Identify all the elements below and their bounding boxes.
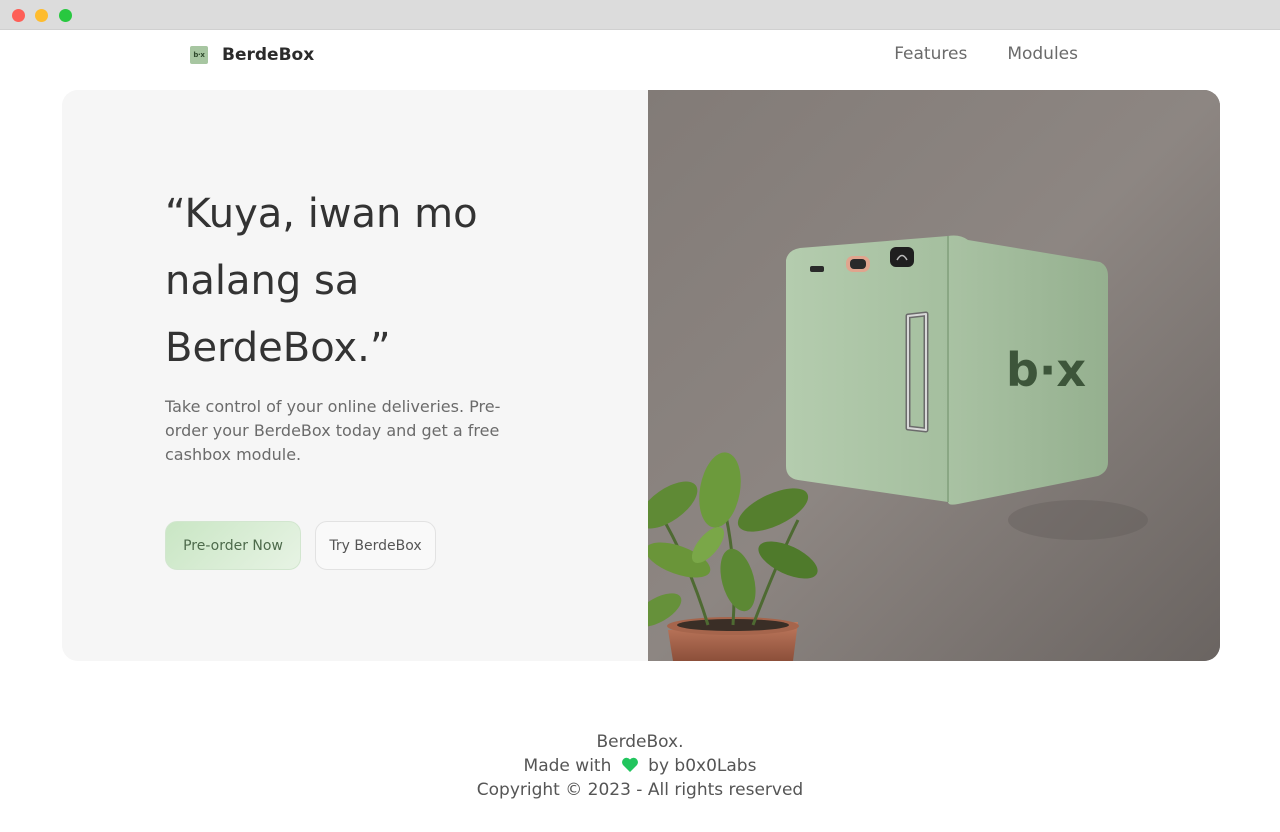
top-navbar: b·x BerdeBox Features Modules: [0, 30, 1280, 90]
berdebox-device: b·x: [786, 235, 1108, 505]
window-titlebar: [0, 0, 1280, 30]
brand-name: BerdeBox: [222, 45, 315, 65]
nav-link-modules[interactable]: Modules: [1007, 44, 1078, 64]
nav-link-features[interactable]: Features: [894, 44, 967, 64]
minimize-window-button[interactable]: [35, 9, 48, 22]
made-with-label: Made with: [523, 756, 612, 776]
brand-logo-icon: b·x: [190, 46, 208, 64]
hero-section: “Kuya, iwan mo nalang sa BerdeBox.” Take…: [62, 90, 1220, 661]
product-logo-text: b·x: [1006, 343, 1086, 397]
close-window-button[interactable]: [12, 9, 25, 22]
footer-made-with: Made with by b0x0Labs: [0, 754, 1280, 778]
berdebox-illustration: b·x: [648, 90, 1220, 661]
made-by-label: by b0x0Labs: [648, 756, 757, 776]
copyright-text: Copyright © 2023 - All rights reserved: [476, 780, 804, 800]
maximize-window-button[interactable]: [59, 9, 72, 22]
hero-text-panel: “Kuya, iwan mo nalang sa BerdeBox.” Take…: [62, 90, 648, 661]
brand[interactable]: b·x BerdeBox: [190, 45, 314, 65]
try-berdebox-button[interactable]: Try BerdeBox: [315, 521, 436, 570]
product-photo: b·x: [648, 90, 1220, 661]
preorder-button[interactable]: Pre-order Now: [165, 521, 301, 570]
heart-icon: [621, 757, 638, 772]
footer: BerdeBox. Made with by b0x0Labs Copyrigh…: [0, 730, 1280, 802]
hero-headline: “Kuya, iwan mo nalang sa BerdeBox.”: [165, 191, 478, 371]
hero-subtext: Take control of your online deliveries. …: [165, 397, 501, 464]
nav-links: Features Modules: [894, 44, 1078, 64]
footer-brand: BerdeBox.: [596, 732, 684, 752]
